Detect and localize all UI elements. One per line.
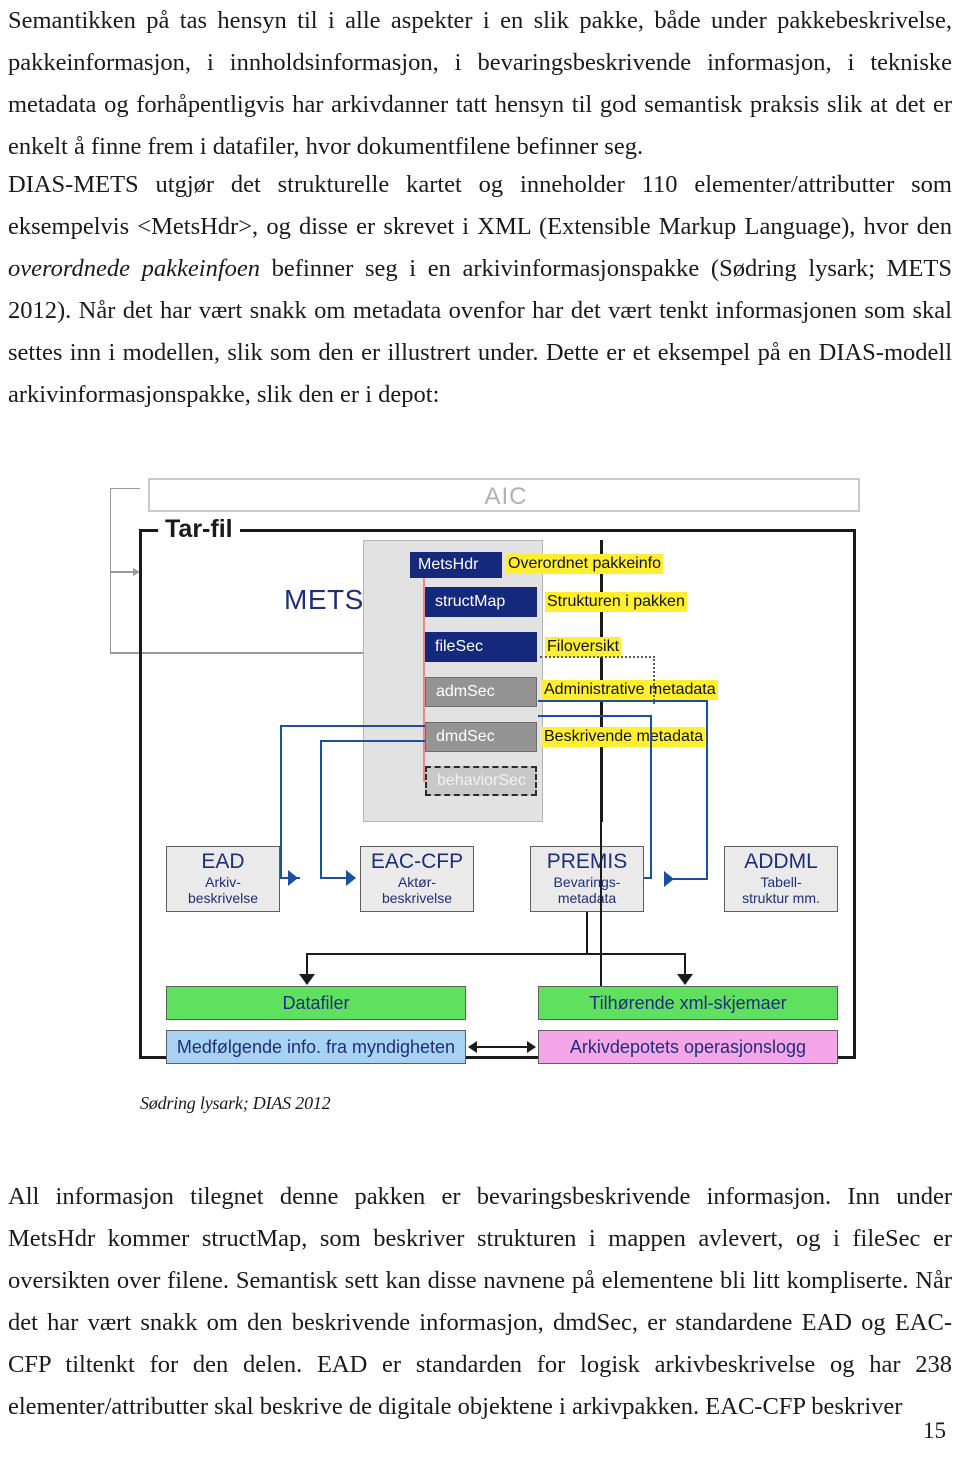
standard-title: PREMIS	[546, 850, 628, 873]
connector-admsec-to-addml	[538, 700, 708, 702]
connector-dmdsec-to-ead	[280, 725, 425, 727]
annotation-strukturen-i-pakken: Strukturen i pakken	[545, 592, 687, 612]
arrowhead-addml-icon	[664, 871, 674, 887]
annotation-beskrivende-metadata: Beskrivende metadata	[542, 727, 706, 747]
standard-box-premis: PREMIS Bevarings- metadata	[530, 846, 644, 912]
paragraph-2-italic: overordnede pakkeinfoen	[8, 255, 261, 282]
connector-admsec-to-addml	[672, 878, 708, 880]
connector-admsec-to-addml	[706, 700, 708, 878]
figure-caption: Sødring lysark; DIAS 2012	[140, 1093, 331, 1113]
mets-element-structmap: structMap	[425, 587, 537, 617]
filesec-dotted-connector-horizontal	[540, 656, 655, 658]
premis-down-line	[586, 912, 588, 954]
standard-subtitle: Arkiv-	[205, 874, 241, 890]
mets-element-filesec: fileSec	[425, 632, 537, 662]
paragraph-2-part-a: DIAS-METS utgjør det strukturelle kartet…	[8, 171, 952, 240]
connector-dmdsec-to-eaccfp	[320, 740, 425, 742]
connector-admsec-to-premis	[538, 715, 652, 717]
standard-subtitle: metadata	[557, 890, 617, 906]
aic-container: AIC	[148, 478, 860, 512]
standard-subtitle: beskrivelse	[381, 890, 453, 906]
arrowhead-eaccfp-icon	[346, 870, 356, 886]
bar-arkivdepotets-operasjonslogg: Arkivdepotets operasjonslogg	[538, 1030, 838, 1064]
bar-tilhorende-xml-skjemaer: Tilhørende xml-skjemaer	[538, 986, 838, 1020]
arrowhead-xmlskjemaer-icon	[677, 974, 693, 985]
bar-medfolgende-info: Medfølgende info. fra myndigheten	[166, 1030, 466, 1064]
standard-box-eac-cfp: EAC-CFP Aktør- beskrivelse	[360, 846, 474, 912]
page-number: 15	[923, 1418, 946, 1443]
standard-title: EAC-CFP	[370, 850, 464, 873]
mets-element-metshdr: MetsHdr	[410, 552, 502, 578]
filesec-dotted-connector-vertical	[653, 656, 655, 704]
standard-box-addml: ADDML Tabell- struktur mm.	[724, 846, 838, 912]
paragraph-2: DIAS-METS utgjør det strukturelle kartet…	[8, 164, 952, 416]
aic-feedback-arrow-upper	[111, 568, 140, 575]
standard-subtitle: Aktør-	[397, 874, 437, 890]
standard-subtitle: struktur mm.	[742, 890, 820, 906]
standard-subtitle: Tabell-	[760, 874, 802, 890]
bidirectional-arrow-icon	[468, 1040, 536, 1053]
distribution-horizontal-line	[306, 953, 686, 955]
standard-subtitle: Bevarings-	[553, 874, 621, 890]
standard-title: ADDML	[744, 850, 818, 873]
document-page: Semantikken på tas hensyn til i alle asp…	[0, 0, 960, 1465]
connector-dmdsec-to-eaccfp	[320, 740, 322, 878]
mets-element-behaviorsec: behaviorSec	[425, 766, 537, 796]
standard-box-ead: EAD Arkiv- beskrivelse	[166, 846, 280, 912]
paragraph-3: All informasjon tilegnet denne pakken er…	[8, 1183, 952, 1420]
connector-admsec-to-premis	[650, 715, 652, 879]
annotation-filoversikt: Filoversikt	[545, 637, 622, 657]
standard-title: EAD	[201, 850, 245, 873]
arrowhead-ead-icon	[288, 870, 298, 886]
mets-element-admsec: admSec	[425, 677, 537, 707]
arrowhead-datafiler-icon	[299, 974, 315, 985]
dias-model-figure: AIC Tar-fil METS MetsHdr structMap fileS…	[110, 474, 860, 1066]
mets-element-dmdsec: dmdSec	[425, 722, 537, 752]
connector-dmdsec-to-ead	[280, 725, 282, 877]
tar-fil-label: Tar-fil	[158, 516, 240, 542]
aic-label: AIC	[484, 483, 528, 510]
annotation-overordnet-pakkeinfo: Overordnet pakkeinfo	[506, 554, 663, 574]
annotation-administrative-metadata: Administrative metadata	[542, 680, 718, 700]
mets-label: METS	[284, 584, 364, 615]
standard-subtitle: beskrivelse	[187, 890, 259, 906]
paragraph-1: Semantikken på tas hensyn til i alle asp…	[8, 7, 952, 160]
bar-datafiler: Datafiler	[166, 986, 466, 1020]
